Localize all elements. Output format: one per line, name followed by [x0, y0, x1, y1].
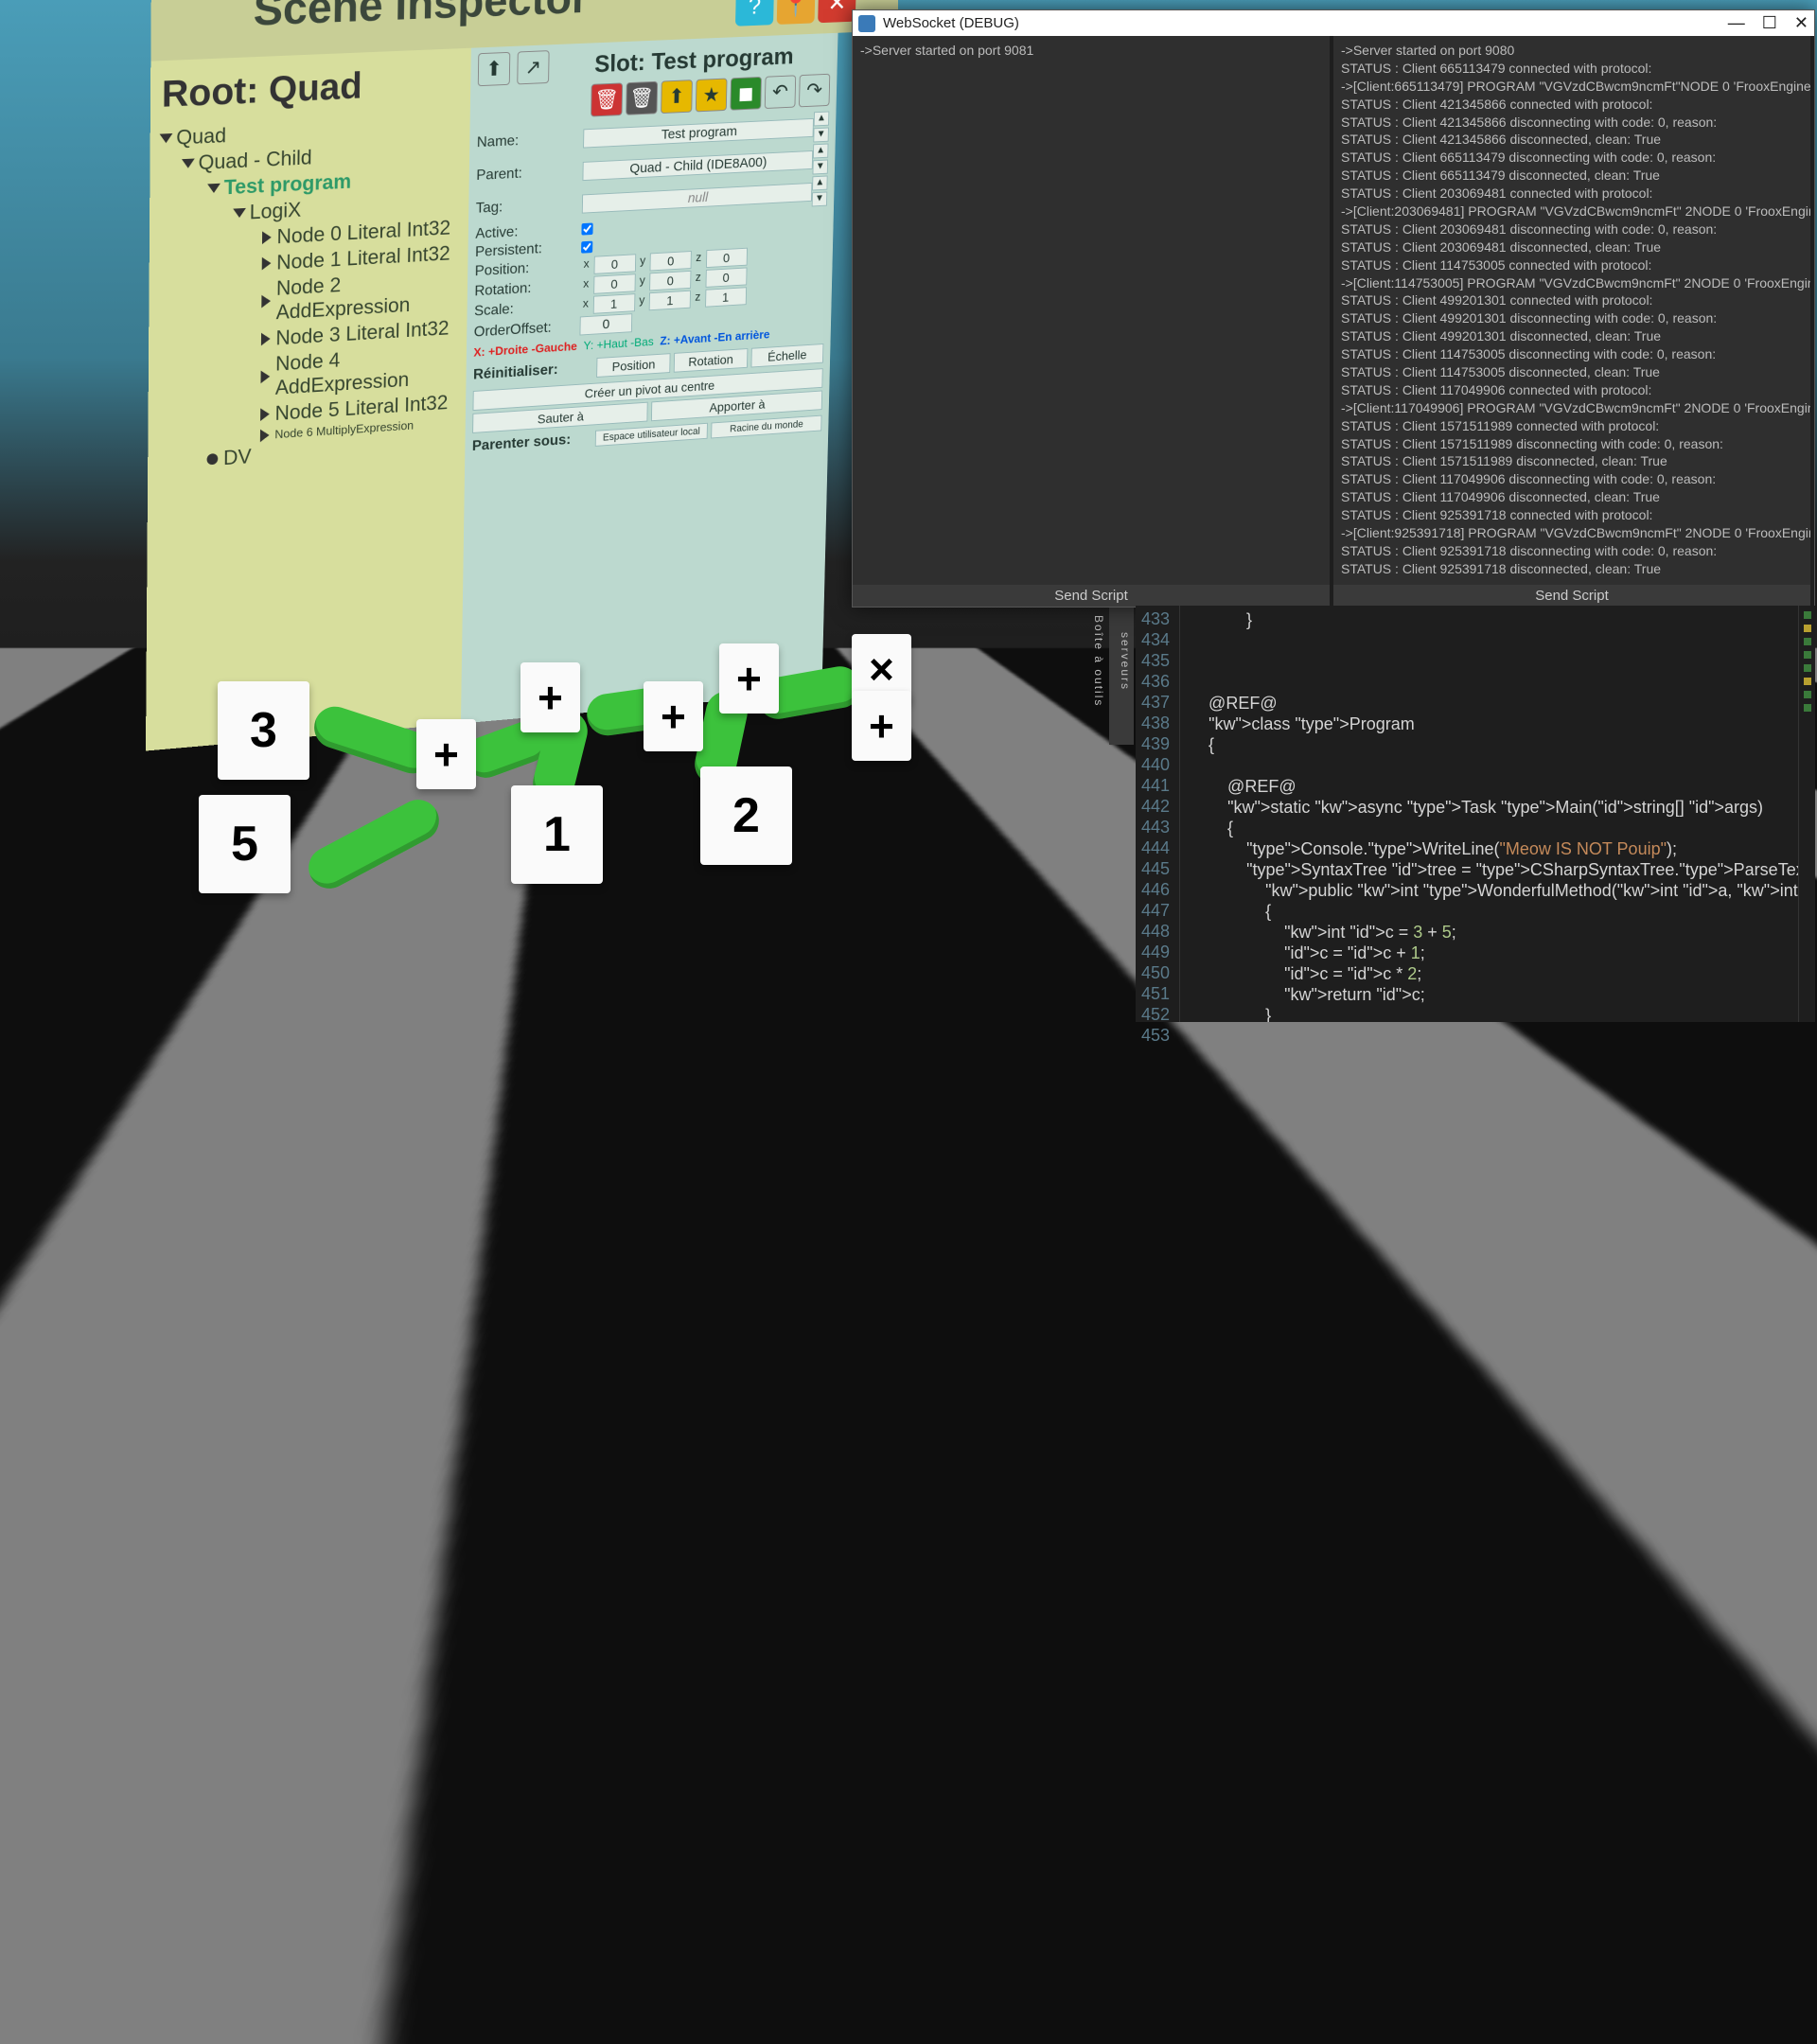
parent-under-local-button[interactable]: Espace utilisateur local: [595, 423, 708, 447]
send-script-right-button[interactable]: Send Script: [1333, 585, 1814, 607]
pin-icon[interactable]: 📍: [777, 0, 816, 25]
literal-node[interactable]: 2: [700, 766, 792, 865]
name-field[interactable]: Test program: [583, 117, 814, 148]
reset-rotation-button[interactable]: Rotation: [674, 348, 748, 373]
visual-programming-nodes: 35++1++2×+: [132, 625, 984, 908]
favorite-icon[interactable]: ★: [696, 79, 728, 113]
slot-title: Slot: Test program: [556, 41, 832, 80]
root-label: Root: Quad: [162, 62, 462, 116]
parent-label: Parent:: [476, 163, 583, 185]
side-tab-strip[interactable]: serveurs Boîte à outils: [1109, 606, 1134, 745]
help-icon[interactable]: ?: [735, 0, 774, 26]
redo-icon[interactable]: ↷: [799, 74, 830, 108]
nav-up-button[interactable]: ⬆: [478, 52, 511, 86]
websocket-debug-window: WebSocket (DEBUG) — ☐ ✕ ->Server started…: [852, 9, 1815, 608]
operator-node[interactable]: +: [719, 643, 779, 714]
name-label: Name:: [477, 130, 584, 151]
nav-out-button[interactable]: ↗: [517, 50, 549, 84]
close-icon[interactable]: ✕: [1794, 13, 1808, 33]
operator-node[interactable]: +: [520, 662, 580, 732]
operator-node[interactable]: +: [416, 719, 476, 789]
app-icon: [858, 15, 875, 32]
window-titlebar[interactable]: WebSocket (DEBUG) — ☐ ✕: [853, 10, 1814, 36]
close-icon[interactable]: ✕: [818, 0, 856, 23]
persistent-checkbox[interactable]: [581, 240, 592, 253]
delete-icon[interactable]: 🗑: [591, 82, 623, 116]
reset-position-button[interactable]: Position: [596, 353, 671, 378]
slot-properties: ?📍✕ ⬆ ↗ Slot: Test program 🗑 🗑 ⬆ ★ ◼ ↶ ↷…: [461, 33, 838, 724]
undo-icon[interactable]: ↶: [765, 75, 796, 109]
parent-under-label: Parenter sous:: [472, 431, 595, 455]
maximize-icon[interactable]: ☐: [1762, 13, 1777, 33]
send-script-left-button[interactable]: Send Script: [853, 585, 1333, 607]
reset-label: Réinitialiser:: [473, 360, 597, 383]
tab-servers[interactable]: serveurs: [1119, 632, 1132, 691]
parent-under-world-button[interactable]: Racine du monde: [711, 415, 821, 439]
tab-toolbox[interactable]: Boîte à outils: [1092, 615, 1105, 707]
window-title: WebSocket (DEBUG): [883, 15, 1019, 31]
parent-field[interactable]: Quad - Child (IDE8A00): [582, 150, 813, 180]
order-label: OrderOffset:: [474, 318, 580, 341]
operator-node[interactable]: +: [644, 681, 703, 751]
active-checkbox[interactable]: [581, 222, 592, 235]
log-pane-left[interactable]: ->Server started on port 9081: [853, 36, 1333, 585]
code-area[interactable]: } @REF@ "kw">class "type">Program { @REF…: [1180, 606, 1798, 1022]
line-gutter: 4334344354364374384394404414424434444454…: [1136, 606, 1180, 1022]
order-field[interactable]: 0: [579, 313, 632, 335]
box-icon[interactable]: ◼: [730, 77, 762, 111]
reset-scale-button[interactable]: Échelle: [750, 344, 823, 367]
log-pane-right[interactable]: ->Server started on port 9080STATUS : Cl…: [1333, 36, 1814, 585]
tag-label: Tag:: [476, 195, 583, 217]
literal-node[interactable]: 1: [511, 785, 603, 884]
minimize-icon[interactable]: —: [1728, 13, 1745, 33]
literal-node[interactable]: 3: [218, 681, 309, 780]
tag-field[interactable]: null: [582, 182, 812, 213]
destroy-icon[interactable]: 🗑: [626, 81, 658, 115]
code-editor[interactable]: 4334344354364374384394404414424434444454…: [1136, 606, 1815, 1022]
literal-node[interactable]: 5: [199, 795, 291, 893]
move-up-icon[interactable]: ⬆: [661, 79, 693, 114]
operator-node[interactable]: +: [852, 691, 911, 761]
minimap[interactable]: [1798, 606, 1815, 1022]
